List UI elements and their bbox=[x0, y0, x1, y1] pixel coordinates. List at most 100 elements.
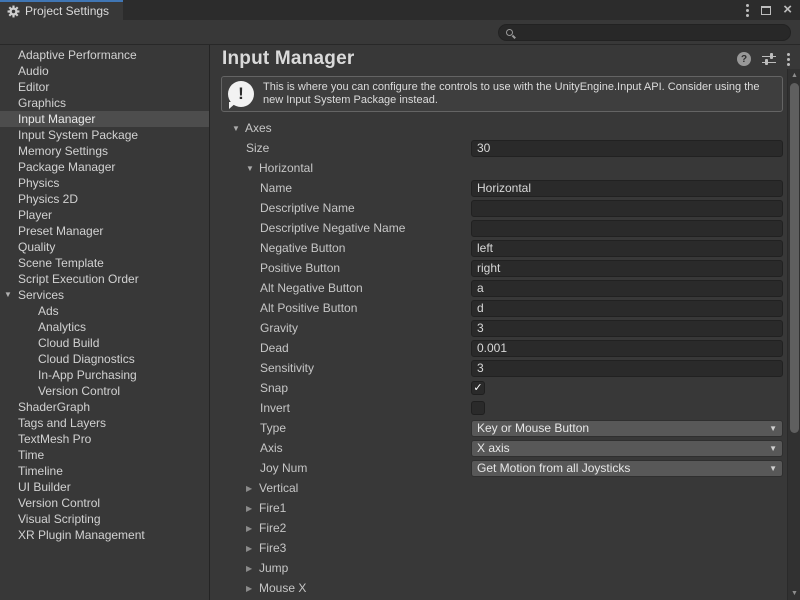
property-label-axis: Axis bbox=[221, 441, 471, 455]
property-label-fire2[interactable]: ▶Fire2 bbox=[221, 521, 471, 535]
property-label-alt-negative-button: Alt Negative Button bbox=[221, 281, 471, 295]
descriptive-name-field[interactable] bbox=[471, 200, 783, 217]
property-label-text: Size bbox=[246, 141, 269, 155]
gravity-field[interactable] bbox=[471, 320, 783, 337]
name-field[interactable] bbox=[471, 180, 783, 197]
foldout-closed-icon[interactable]: ▶ bbox=[246, 544, 259, 553]
sidebar-item-in-app-purchasing[interactable]: In-App Purchasing bbox=[0, 367, 209, 383]
sidebar-item-ui-builder[interactable]: UI Builder bbox=[0, 479, 209, 495]
foldout-open-icon[interactable]: ▼ bbox=[232, 124, 245, 133]
search-box[interactable] bbox=[498, 24, 791, 41]
snap-checkbox[interactable]: ✓ bbox=[471, 381, 485, 395]
chevron-down-icon: ▼ bbox=[769, 444, 777, 453]
sidebar-item-xr-plugin-management[interactable]: XR Plugin Management bbox=[0, 527, 209, 543]
sidebar-item-quality[interactable]: Quality bbox=[0, 239, 209, 255]
foldout-closed-icon[interactable]: ▶ bbox=[246, 504, 259, 513]
foldout-closed-icon[interactable]: ▶ bbox=[246, 524, 259, 533]
property-label-fire1[interactable]: ▶Fire1 bbox=[221, 501, 471, 515]
close-icon[interactable]: × bbox=[783, 5, 792, 15]
sidebar-item-physics[interactable]: Physics bbox=[0, 175, 209, 191]
alt-negative-button-field[interactable] bbox=[471, 280, 783, 297]
property-label-text: Axes bbox=[245, 121, 272, 135]
property-field-joy-num: Get Motion from all Joysticks▼ bbox=[471, 460, 783, 477]
invert-checkbox[interactable] bbox=[471, 401, 485, 415]
size-field[interactable] bbox=[471, 140, 783, 157]
sidebar-item-label: Physics bbox=[18, 176, 59, 190]
sidebar-item-script-execution-order[interactable]: Script Execution Order bbox=[0, 271, 209, 287]
sidebar-item-visual-scripting[interactable]: Visual Scripting bbox=[0, 511, 209, 527]
sidebar-item-shadergraph[interactable]: ShaderGraph bbox=[0, 399, 209, 415]
property-label-text: Name bbox=[260, 181, 292, 195]
sidebar-item-physics-2d[interactable]: Physics 2D bbox=[0, 191, 209, 207]
property-label-mouse-x[interactable]: ▶Mouse X bbox=[221, 581, 471, 595]
window-menu-icon[interactable] bbox=[746, 4, 749, 17]
sidebar-item-timeline[interactable]: Timeline bbox=[0, 463, 209, 479]
sidebar-item-scene-template[interactable]: Scene Template bbox=[0, 255, 209, 271]
foldout-open-icon[interactable]: ▼ bbox=[246, 164, 259, 173]
tab-project-settings[interactable]: Project Settings bbox=[0, 0, 123, 20]
scrollbar-thumb[interactable] bbox=[790, 83, 799, 433]
sidebar-item-label: Analytics bbox=[38, 320, 86, 334]
property-label-type: Type bbox=[221, 421, 471, 435]
descriptive-negative-name-field[interactable] bbox=[471, 220, 783, 237]
sidebar-item-graphics[interactable]: Graphics bbox=[0, 95, 209, 111]
preset-icon[interactable] bbox=[762, 53, 776, 66]
sidebar-item-cloud-build[interactable]: Cloud Build bbox=[0, 335, 209, 351]
axis-dropdown[interactable]: X axis▼ bbox=[471, 440, 783, 457]
foldout-closed-icon[interactable]: ▶ bbox=[246, 484, 259, 493]
property-row-positive-button: Positive Button bbox=[221, 258, 783, 278]
sidebar-item-services[interactable]: ▼ Services bbox=[0, 287, 209, 303]
scroll-down-icon[interactable]: ▼ bbox=[788, 590, 800, 597]
vertical-scrollbar[interactable]: ▲ ▼ bbox=[787, 69, 800, 600]
sidebar-item-editor[interactable]: Editor bbox=[0, 79, 209, 95]
property-label-axes[interactable]: ▼Axes bbox=[221, 121, 471, 135]
sidebar-item-preset-manager[interactable]: Preset Manager bbox=[0, 223, 209, 239]
foldout-closed-icon[interactable]: ▶ bbox=[246, 564, 259, 573]
sidebar-item-memory-settings[interactable]: Memory Settings bbox=[0, 143, 209, 159]
sidebar-item-label: Audio bbox=[18, 64, 49, 78]
sidebar-item-version-control-2[interactable]: Version Control bbox=[0, 495, 209, 511]
sidebar-item-label: Time bbox=[18, 448, 44, 462]
sidebar-item-textmesh-pro[interactable]: TextMesh Pro bbox=[0, 431, 209, 447]
scroll-up-icon[interactable]: ▲ bbox=[788, 72, 800, 79]
foldout-open-icon[interactable]: ▼ bbox=[4, 290, 12, 299]
panel-menu-icon[interactable] bbox=[787, 53, 790, 66]
sidebar-item-label: ShaderGraph bbox=[18, 400, 90, 414]
positive-button-field[interactable] bbox=[471, 260, 783, 277]
sidebar-item-analytics[interactable]: Analytics bbox=[0, 319, 209, 335]
sidebar-item-player[interactable]: Player bbox=[0, 207, 209, 223]
sidebar-item-version-control[interactable]: Version Control bbox=[0, 383, 209, 399]
dead-field[interactable] bbox=[471, 340, 783, 357]
settings-toolbar bbox=[0, 20, 800, 45]
property-label-horizontal[interactable]: ▼Horizontal bbox=[221, 161, 471, 175]
help-icon[interactable]: ? bbox=[737, 52, 751, 66]
sidebar-item-cloud-diagnostics[interactable]: Cloud Diagnostics bbox=[0, 351, 209, 367]
sidebar-item-input-system-package[interactable]: Input System Package bbox=[0, 127, 209, 143]
sidebar-item-time[interactable]: Time bbox=[0, 447, 209, 463]
property-label-vertical[interactable]: ▶Vertical bbox=[221, 481, 471, 495]
sidebar-item-label: Services bbox=[18, 288, 64, 302]
property-label-jump[interactable]: ▶Jump bbox=[221, 561, 471, 575]
foldout-closed-icon[interactable]: ▶ bbox=[246, 584, 259, 593]
property-row-joy-num: Joy NumGet Motion from all Joysticks▼ bbox=[221, 458, 783, 478]
sidebar-item-input-manager[interactable]: Input Manager bbox=[0, 111, 209, 127]
sidebar-item-tags-and-layers[interactable]: Tags and Layers bbox=[0, 415, 209, 431]
sidebar-item-adaptive-performance[interactable]: Adaptive Performance bbox=[0, 47, 209, 63]
maximize-icon[interactable] bbox=[761, 6, 771, 15]
property-row-descriptive-name: Descriptive Name bbox=[221, 198, 783, 218]
sensitivity-field[interactable] bbox=[471, 360, 783, 377]
alt-positive-button-field[interactable] bbox=[471, 300, 783, 317]
property-field-positive-button bbox=[471, 260, 783, 277]
property-row-fire2: ▶Fire2 bbox=[221, 518, 783, 538]
sidebar-item-ads[interactable]: Ads bbox=[0, 303, 209, 319]
settings-scroll-area: ! This is where you can configure the co… bbox=[210, 69, 800, 600]
sidebar-item-audio[interactable]: Audio bbox=[0, 63, 209, 79]
search-input[interactable] bbox=[518, 26, 783, 38]
joy-num-dropdown[interactable]: Get Motion from all Joysticks▼ bbox=[471, 460, 783, 477]
negative-button-field[interactable] bbox=[471, 240, 783, 257]
sidebar-item-label: In-App Purchasing bbox=[38, 368, 137, 382]
type-dropdown[interactable]: Key or Mouse Button▼ bbox=[471, 420, 783, 437]
property-label-fire3[interactable]: ▶Fire3 bbox=[221, 541, 471, 555]
sidebar-item-package-manager[interactable]: Package Manager bbox=[0, 159, 209, 175]
property-field-descriptive-name bbox=[471, 200, 783, 217]
